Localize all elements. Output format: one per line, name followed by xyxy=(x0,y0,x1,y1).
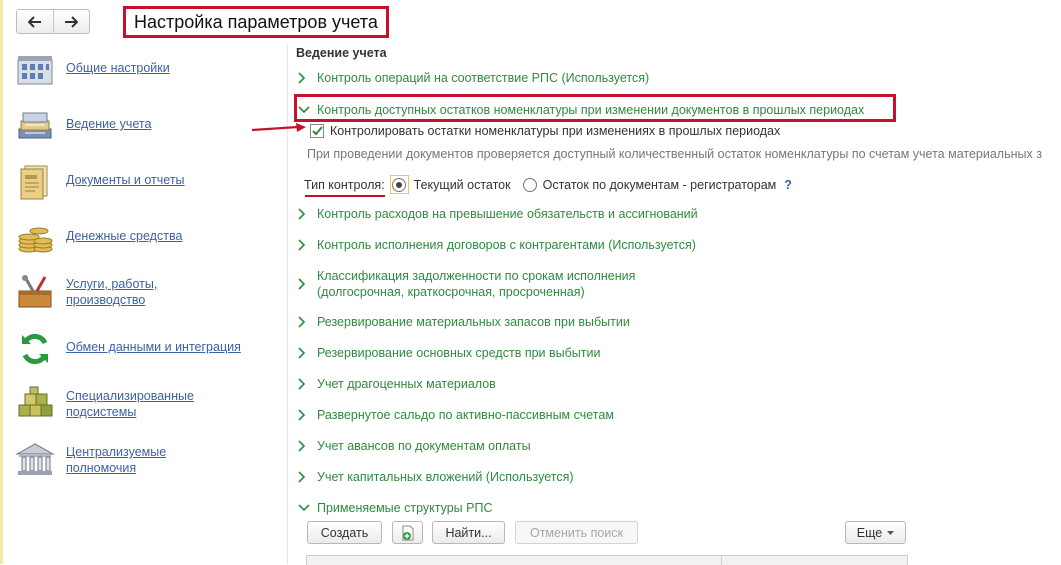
building-icon xyxy=(14,50,56,90)
more-button[interactable]: Еще xyxy=(845,521,906,544)
section-row-capital-investments[interactable]: Учет капитальных вложений (Используется) xyxy=(298,469,574,485)
section-row-label: Классификация задолженности по срокам ис… xyxy=(317,269,636,299)
government-building-icon xyxy=(14,440,56,480)
stock-control-checkbox[interactable] xyxy=(310,124,324,138)
arrow-right-icon xyxy=(65,15,79,28)
chevron-right-icon xyxy=(298,407,312,423)
sidebar-item-documents[interactable]: Документы и отчеты xyxy=(14,162,185,202)
radio-documents-balance[interactable] xyxy=(522,177,537,192)
section-row-debt-classification[interactable]: Классификация задолженности по срокам ис… xyxy=(298,268,635,300)
back-button[interactable] xyxy=(17,10,53,33)
section-row-label: Резервирование материальных запасов при … xyxy=(317,315,630,329)
help-icon[interactable]: ? xyxy=(784,178,792,192)
chevron-right-icon xyxy=(298,469,312,485)
add-document-button[interactable] xyxy=(392,521,423,544)
page-title-text: Настройка параметров учета xyxy=(134,11,378,32)
sidebar-item-general[interactable]: Общие настройки xyxy=(14,50,170,90)
sidebar: Общие настройки Ведение учета Документы … xyxy=(0,44,287,564)
radio-selected-dot xyxy=(396,181,403,188)
sidebar-item-specialized[interactable]: Специализированные подсистемы xyxy=(14,384,194,424)
section-row-rps-control[interactable]: Контроль операций на соответствие РПС (И… xyxy=(298,70,649,86)
section-row-label: Контроль расходов на превышение обязател… xyxy=(317,207,698,221)
page-title: Настройка параметров учета xyxy=(123,6,389,38)
radio-current-balance-label[interactable]: Текущий остаток xyxy=(414,178,511,192)
sidebar-item-label[interactable]: Услуги, работы, производство xyxy=(66,276,157,308)
sidebar-item-centralized[interactable]: Централизуемые полномочия xyxy=(14,440,166,480)
sidebar-item-label[interactable]: Обмен данными и интеграция xyxy=(66,339,241,355)
arrow-left-icon xyxy=(27,15,41,28)
section-row-expanded-balance[interactable]: Развернутое сальдо по активно-пассивным … xyxy=(298,407,614,423)
section-row-label: Применяемые структуры РПС xyxy=(317,501,493,515)
section-row-label: Учет капитальных вложений (Используется) xyxy=(317,470,574,484)
section-row-expense-control[interactable]: Контроль расходов на превышение обязател… xyxy=(298,206,698,222)
section-row-contracts-control[interactable]: Контроль исполнения договоров с контраге… xyxy=(298,237,696,253)
ledger-books-icon xyxy=(14,106,56,146)
stock-control-checkbox-row[interactable]: Контролировать остатки номенклатуры при … xyxy=(310,124,780,138)
radio-documents-balance-label[interactable]: Остаток по документам - регистраторам xyxy=(543,178,777,192)
section-row-label: Учет драгоценных материалов xyxy=(317,377,496,391)
chevron-right-icon xyxy=(298,237,312,253)
sidebar-item-label[interactable]: Документы и отчеты xyxy=(66,172,185,188)
toolbox-icon xyxy=(14,272,56,312)
sidebar-item-label[interactable]: Общие настройки xyxy=(66,60,170,76)
annotation-arrow-icon xyxy=(251,123,306,132)
sidebar-item-label[interactable]: Денежные средства xyxy=(66,228,182,244)
chevron-right-icon xyxy=(298,206,312,222)
checkmark-icon xyxy=(311,126,323,136)
section-row-material-reserve[interactable]: Резервирование материальных запасов при … xyxy=(298,314,630,330)
chevron-down-icon xyxy=(298,500,312,516)
section-row-label: Контроль операций на соответствие РПС (И… xyxy=(317,71,650,85)
cancel-search-button[interactable]: Отменить поиск xyxy=(515,521,638,544)
chevron-right-icon xyxy=(298,376,312,392)
chevron-right-icon xyxy=(298,438,312,454)
annotation-highlight-box xyxy=(294,94,896,122)
forward-button[interactable] xyxy=(52,10,90,33)
section-row-advances[interactable]: Учет авансов по документам оплаты xyxy=(298,438,531,454)
radio-current-balance[interactable] xyxy=(389,175,409,194)
create-button[interactable]: Создать xyxy=(307,521,382,544)
sidebar-item-cash[interactable]: Денежные средства xyxy=(14,218,182,258)
more-button-label: Еще xyxy=(856,525,883,540)
section-row-label: Развернутое сальдо по активно-пассивным … xyxy=(317,408,614,422)
sidebar-item-services[interactable]: Услуги, работы, производство xyxy=(14,272,157,312)
add-document-icon xyxy=(402,525,413,540)
documents-icon xyxy=(14,162,56,202)
sidebar-item-label[interactable]: Специализированные подсистемы xyxy=(66,388,194,420)
control-type-label: Тип контроля: xyxy=(304,177,385,192)
sidebar-item-exchange[interactable]: Обмен данными и интеграция xyxy=(14,329,241,369)
annotation-underline xyxy=(305,195,385,197)
stock-control-description: При проведении документов проверяется до… xyxy=(307,147,1042,161)
sync-icon xyxy=(14,329,56,369)
stock-control-checkbox-label: Контролировать остатки номенклатуры при … xyxy=(330,124,781,138)
section-row-rps-structures[interactable]: Применяемые структуры РПС xyxy=(298,500,492,516)
section-row-label: Контроль исполнения договоров с контраге… xyxy=(317,238,696,252)
cubes-icon xyxy=(14,384,56,424)
coins-icon xyxy=(14,218,56,258)
sidebar-item-label[interactable]: Централизуемые полномочия xyxy=(66,444,166,476)
dropdown-caret-icon xyxy=(887,530,895,535)
section-row-label: Учет авансов по документам оплаты xyxy=(317,439,531,453)
section-row-label: Резервирование основных средств при выбы… xyxy=(317,346,601,360)
chevron-right-icon xyxy=(298,314,312,330)
control-type-radio-group: Тип контроля: Текущий остаток Остаток по… xyxy=(304,175,792,194)
sidebar-item-accounting[interactable]: Ведение учета xyxy=(14,106,151,146)
section-row-precious-materials[interactable]: Учет драгоценных материалов xyxy=(298,376,496,392)
sidebar-item-label[interactable]: Ведение учета xyxy=(66,116,151,132)
chevron-right-icon xyxy=(298,345,312,361)
navigation-buttons xyxy=(16,9,90,34)
section-title: Ведение учета xyxy=(296,46,387,60)
chevron-right-icon xyxy=(298,70,312,86)
chevron-right-icon xyxy=(298,276,312,292)
section-row-fixed-assets-reserve[interactable]: Резервирование основных средств при выбы… xyxy=(298,345,600,361)
find-button[interactable]: Найти... xyxy=(432,521,505,544)
